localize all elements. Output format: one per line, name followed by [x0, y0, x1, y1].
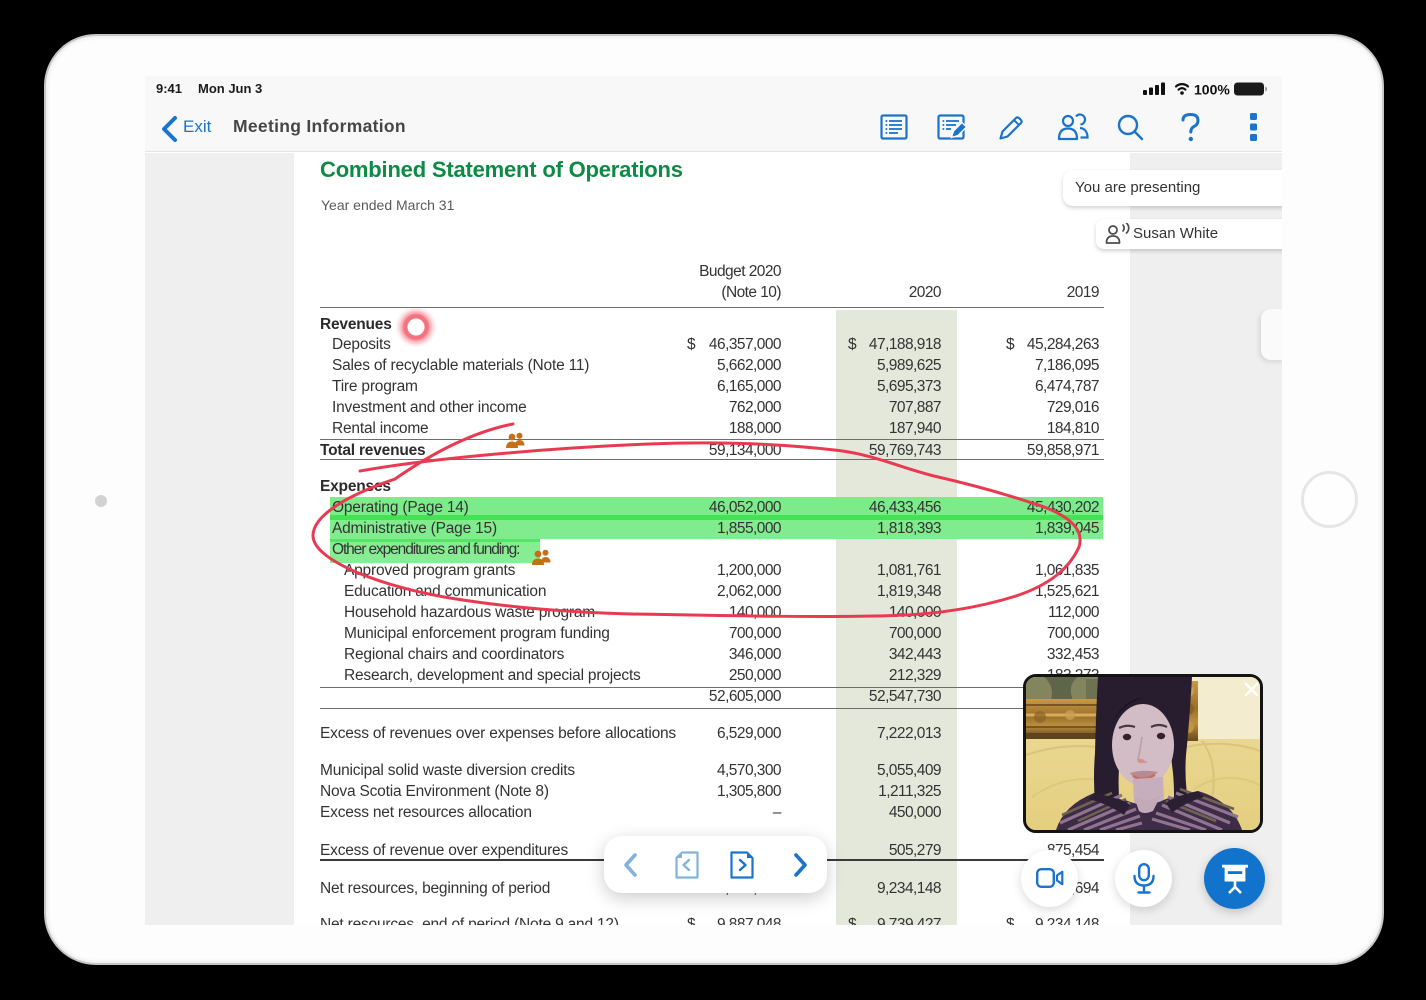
svg-text:100%: 100% — [1194, 82, 1230, 98]
